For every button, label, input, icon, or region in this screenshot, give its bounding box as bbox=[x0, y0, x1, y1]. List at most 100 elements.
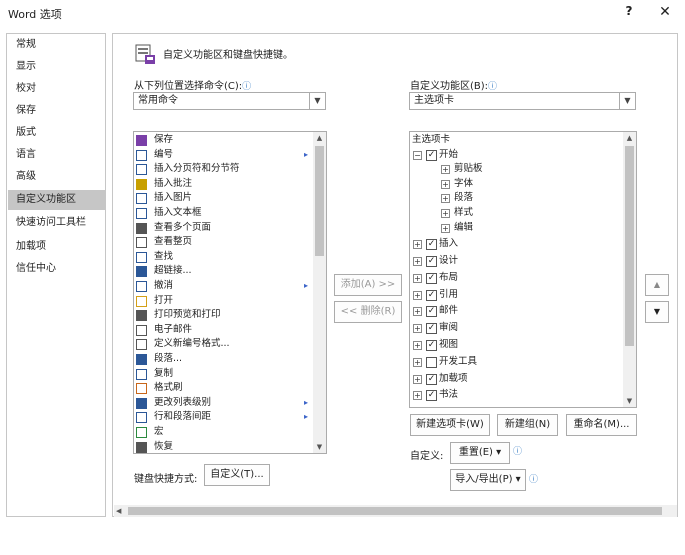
command-list-item[interactable]: 插入文本框 bbox=[134, 206, 314, 221]
nav-item-customize-ribbon[interactable]: 自定义功能区 bbox=[8, 190, 105, 210]
command-list-item[interactable]: 格式刷 bbox=[134, 381, 314, 396]
expand-icon[interactable]: + bbox=[413, 257, 422, 266]
add-button[interactable]: 添加(A) >> bbox=[334, 274, 402, 296]
collapse-icon[interactable]: − bbox=[413, 150, 422, 160]
expand-icon[interactable]: + bbox=[441, 179, 450, 189]
reset-button[interactable]: 重置(E) ▾ bbox=[450, 442, 510, 464]
new-tab-button[interactable]: 新建选项卡(W) bbox=[410, 414, 490, 436]
scroll-thumb[interactable] bbox=[315, 146, 324, 256]
scroll-thumb[interactable] bbox=[128, 507, 662, 515]
command-list-item[interactable]: 查看多个页面 bbox=[134, 221, 314, 236]
expand-icon[interactable]: + bbox=[413, 307, 422, 317]
commands-scrollbar[interactable]: ▲ ▼ bbox=[313, 132, 326, 453]
remove-button[interactable]: << 删除(R) bbox=[334, 301, 402, 323]
command-list-item[interactable]: 插入图片 bbox=[134, 191, 314, 206]
nav-item-general[interactable]: 常规 bbox=[8, 35, 105, 55]
tree-item[interactable]: + ✓ 设计 bbox=[410, 254, 622, 269]
commands-list[interactable]: 保存 编号 ▸ 插入分页符和分节符 插入批注 插入图片 插入文本框 查看多个页面 查看整页 查找超… bbox=[133, 131, 327, 454]
choose-commands-combo[interactable]: 常用命令 ▼ bbox=[133, 92, 326, 110]
tab-checkbox[interactable]: ✓ bbox=[426, 149, 437, 161]
command-list-item[interactable]: 复制 bbox=[134, 367, 314, 382]
expand-icon[interactable]: + bbox=[413, 357, 422, 367]
command-list-item[interactable]: 定义新编号格式... bbox=[134, 337, 314, 352]
nav-item-addins[interactable]: 加载项 bbox=[8, 237, 105, 257]
command-list-item[interactable]: 更改列表级别 ▸ bbox=[134, 396, 314, 411]
tab-checkbox[interactable]: ✓ bbox=[426, 373, 437, 385]
move-down-button[interactable]: ▼ bbox=[645, 301, 669, 323]
scroll-down-icon[interactable]: ▼ bbox=[623, 395, 636, 407]
tree-item[interactable]: + 字体 bbox=[410, 177, 622, 192]
expand-icon[interactable]: + bbox=[413, 324, 422, 334]
tree-item[interactable]: + ✓ 视图 bbox=[410, 338, 622, 353]
tree-item[interactable]: + ✓ 加载项 bbox=[410, 372, 622, 387]
scroll-left-icon[interactable]: ◀ bbox=[116, 505, 121, 517]
tree-item[interactable]: + ✓ 审阅 bbox=[410, 321, 622, 336]
scroll-down-icon[interactable]: ▼ bbox=[313, 441, 326, 453]
tab-checkbox[interactable]: ✓ bbox=[426, 306, 437, 318]
tree-item[interactable]: + ✓ 插入 bbox=[410, 237, 622, 252]
nav-item-layout[interactable]: 版式 bbox=[8, 123, 105, 143]
expand-icon[interactable]: + bbox=[441, 194, 450, 204]
command-list-item[interactable]: 宏 bbox=[134, 425, 314, 440]
tree-item[interactable]: + ✓ 书法 bbox=[410, 388, 622, 403]
nav-item-save[interactable]: 保存 bbox=[8, 101, 105, 121]
tree-item[interactable]: + 样式 bbox=[410, 206, 622, 221]
nav-item-quick-access[interactable]: 快速访问工具栏 bbox=[8, 213, 105, 233]
tab-checkbox[interactable]: ✓ bbox=[426, 323, 437, 335]
tree-item[interactable]: + 编辑 bbox=[410, 221, 622, 236]
command-list-item[interactable]: 超链接... bbox=[134, 264, 314, 279]
ribbon-tree[interactable]: 主选项卡 − ✓ 开始 + 剪贴板 + 字体 + 段落 + 样式 + 编辑 + ✓ 插入 + ✓ 设计 + ✓ 布局 + ✓ 引用… bbox=[409, 131, 637, 408]
command-list-item[interactable]: 恢复 bbox=[134, 440, 314, 453]
tab-checkbox[interactable]: ✓ bbox=[426, 289, 437, 301]
new-group-button[interactable]: 新建组(N) bbox=[497, 414, 558, 436]
expand-icon[interactable]: + bbox=[441, 165, 450, 175]
command-list-item[interactable]: 行和段落间距 ▸ bbox=[134, 410, 314, 425]
tree-item[interactable]: + 剪贴板 bbox=[410, 162, 622, 177]
tab-checkbox[interactable]: ✓ bbox=[426, 239, 437, 251]
command-list-item[interactable]: 保存 bbox=[134, 133, 314, 148]
nav-item-proofing[interactable]: 校对 bbox=[8, 79, 105, 99]
command-list-item[interactable]: 插入批注 bbox=[134, 177, 314, 192]
expand-icon[interactable]: + bbox=[413, 273, 422, 283]
command-list-item[interactable]: 插入分页符和分节符 bbox=[134, 162, 314, 177]
scroll-up-icon[interactable]: ▲ bbox=[313, 132, 326, 144]
move-up-button[interactable]: ▲ bbox=[645, 274, 669, 296]
close-button[interactable]: ✕ bbox=[655, 4, 675, 22]
expand-icon[interactable]: + bbox=[413, 391, 422, 401]
nav-item-display[interactable]: 显示 bbox=[8, 57, 105, 77]
scroll-thumb[interactable] bbox=[625, 146, 634, 346]
tree-item[interactable]: − ✓ 开始 bbox=[410, 148, 622, 163]
expand-icon[interactable]: + bbox=[413, 290, 422, 300]
command-list-item[interactable]: 查找 bbox=[134, 250, 314, 265]
tree-item[interactable]: + 开发工具 bbox=[410, 355, 622, 370]
tab-checkbox[interactable]: ✓ bbox=[426, 340, 437, 351]
import-export-button[interactable]: 导入/导出(P) ▾ bbox=[450, 469, 526, 491]
tree-item[interactable]: 主选项卡 bbox=[410, 133, 622, 148]
tab-checkbox[interactable]: ✓ bbox=[426, 272, 437, 284]
tree-item[interactable]: + ✓ 引用 bbox=[410, 288, 622, 303]
command-list-item[interactable]: 电子邮件 bbox=[134, 323, 314, 338]
command-list-item[interactable]: 查看整页 bbox=[134, 235, 314, 250]
nav-item-language[interactable]: 语言 bbox=[8, 145, 105, 165]
customize-ribbon-combo[interactable]: 主选项卡 ▼ bbox=[409, 92, 636, 110]
help-button[interactable]: ? bbox=[621, 4, 637, 22]
horizontal-scrollbar[interactable]: ◀ bbox=[114, 505, 677, 517]
command-list-item[interactable]: 打印预览和打印 bbox=[134, 308, 314, 323]
tree-item[interactable]: + 段落 bbox=[410, 191, 622, 206]
command-list-item[interactable]: 编号 ▸ bbox=[134, 148, 314, 163]
command-list-item[interactable]: 段落... bbox=[134, 352, 314, 367]
expand-icon[interactable]: + bbox=[441, 223, 450, 233]
tree-item[interactable]: + ✓ 邮件 bbox=[410, 304, 622, 319]
expand-icon[interactable]: + bbox=[413, 341, 422, 350]
customize-keyboard-button[interactable]: 自定义(T)... bbox=[204, 464, 270, 486]
command-list-item[interactable]: 打开 bbox=[134, 294, 314, 309]
expand-icon[interactable]: + bbox=[413, 240, 422, 250]
nav-item-trust-center[interactable]: 信任中心 bbox=[8, 259, 105, 279]
tree-item[interactable]: + ✓ 布局 bbox=[410, 271, 622, 286]
command-list-item[interactable]: 撤消 ▸ bbox=[134, 279, 314, 294]
tab-checkbox[interactable]: ✓ bbox=[426, 256, 437, 267]
tab-checkbox[interactable] bbox=[426, 356, 437, 368]
rename-button[interactable]: 重命名(M)... bbox=[566, 414, 637, 436]
tree-scrollbar[interactable]: ▲ ▼ bbox=[623, 132, 636, 407]
expand-icon[interactable]: + bbox=[413, 374, 422, 384]
